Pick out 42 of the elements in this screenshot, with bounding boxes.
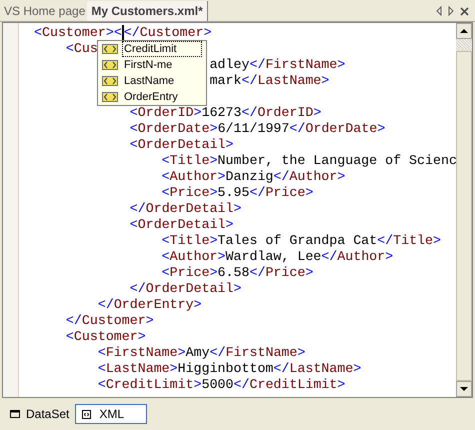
document-tab[interactable]: VS Home page	[2, 1, 88, 21]
view-tab[interactable]: DataSet	[8, 404, 72, 424]
scrollbar-track[interactable]	[456, 39, 472, 51]
code-line: <FirstName>Amy</FirstName>	[98, 345, 306, 360]
code-line: </Customer>	[66, 313, 154, 328]
completion-item[interactable]: OrderEntry	[122, 89, 202, 105]
code-line: <Title>Tales of Grandpa Cat</Title>	[162, 233, 441, 248]
code-line: <Price>6.58</Price>	[162, 265, 314, 280]
code-line: <CreditLimit>5000</CreditLimit>	[98, 377, 346, 392]
code-line: mark</LastName>	[210, 73, 330, 88]
code-line: <Cus	[66, 41, 98, 56]
code-line: <Author>Wardlaw, Lee</Author>	[162, 249, 394, 264]
code-line: <OrderDetail>	[130, 217, 234, 232]
document-tab[interactable]: My Customers.xml*	[87, 1, 208, 21]
code-line: </OrderDetail>	[130, 201, 242, 216]
code-line: </OrderDetail>	[130, 281, 242, 296]
tag-icon	[102, 92, 118, 102]
scroll-left-icon[interactable]	[436, 6, 442, 16]
code-line: <OrderDate>6/11/1997</OrderDate>	[130, 121, 386, 136]
completion-item[interactable]: FirstN-me	[122, 57, 202, 73]
tag-icon	[82, 410, 92, 418]
code-line: <Price>5.95</Price>	[162, 185, 314, 200]
code-line: <Title>Number, the Language of Scienc	[162, 153, 456, 168]
window-icon	[10, 410, 20, 418]
code-line: <LastName>Higginbottom</LastName>	[98, 361, 362, 376]
code-line: <OrderDetail>	[130, 137, 234, 152]
code-line: <Customer>	[66, 329, 146, 344]
code-line: <Customer><</Customer>	[34, 25, 212, 40]
scroll-down-icon[interactable]	[456, 381, 472, 397]
tag-icon	[102, 76, 118, 86]
scroll-up-icon[interactable]	[456, 23, 472, 39]
close-icon[interactable]	[460, 6, 469, 16]
code-line: </OrderEntry>	[98, 297, 202, 312]
tag-icon	[102, 44, 118, 54]
code-line: adley</FirstName>	[210, 57, 346, 72]
completion-item[interactable]: LastName	[122, 73, 202, 89]
code-line: <Author>Danzig</Author>	[162, 169, 346, 184]
tag-icon	[102, 60, 118, 70]
completion-item[interactable]: CreditLimit	[122, 41, 202, 57]
scroll-right-icon[interactable]	[448, 6, 454, 16]
view-tab[interactable]: XML	[75, 404, 148, 424]
code-line: <OrderID>16273</OrderID>	[130, 105, 322, 120]
